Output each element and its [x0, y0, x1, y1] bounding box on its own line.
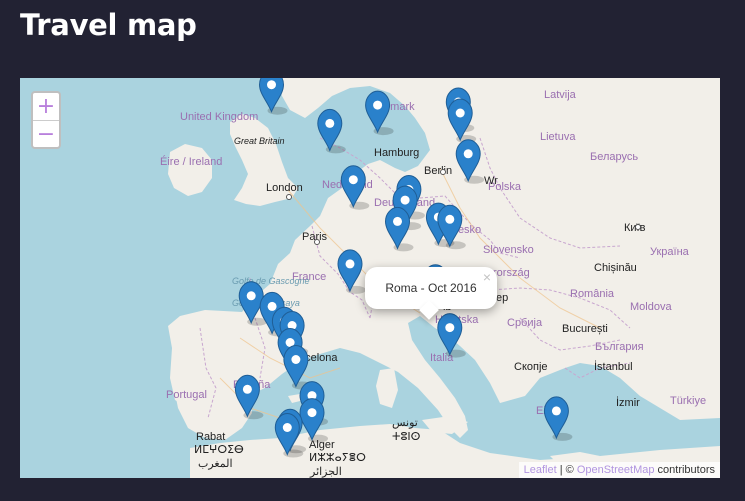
label-romania: România — [570, 288, 615, 300]
marker-dot — [307, 408, 317, 418]
label-lietuva: Lietuva — [540, 131, 576, 143]
popup-close-button[interactable]: × — [483, 269, 491, 285]
marker-dot — [373, 100, 383, 110]
label-srbija: Србија — [507, 317, 543, 329]
label-morocco-arabic: المغرب — [198, 458, 233, 470]
marker-dot — [345, 259, 355, 269]
leaflet-link[interactable]: Leaflet — [524, 464, 557, 476]
zoom-in-button[interactable]: + — [33, 93, 59, 121]
marker-dot — [267, 80, 276, 90]
page-title: Travel map — [20, 8, 197, 42]
marker-dot — [291, 355, 301, 364]
marker-dot — [267, 301, 277, 311]
map-attribution: Leaflet | © OpenStreetMap contributors — [518, 462, 720, 478]
label-berlin: Berlin — [424, 165, 452, 177]
label-moldova: Moldova — [630, 301, 672, 313]
city-dot-paris — [314, 239, 320, 245]
marker-dot — [463, 149, 473, 159]
label-kyiv: Київ — [624, 222, 646, 234]
zoom-out-button[interactable]: − — [33, 121, 59, 148]
label-chisinau: Chișinău — [594, 262, 637, 274]
label-hamburg: Hamburg — [374, 147, 419, 159]
label-slovensko: Slovensko — [483, 244, 534, 256]
city-dot-kyiv — [635, 224, 641, 230]
marker-dot — [445, 214, 455, 224]
label-latvija: Latvija — [544, 89, 577, 101]
city-dot-london — [286, 194, 292, 200]
label-belarus: Беларусь — [590, 151, 638, 163]
travel-map[interactable]: United Kingdom Éire / Ireland Nederland … — [20, 78, 720, 478]
marker-dot — [348, 175, 358, 185]
attribution-suffix: contributors — [654, 464, 715, 476]
marker-pin-icon[interactable] — [437, 313, 463, 356]
marker-dot — [400, 195, 410, 205]
marker-dot — [246, 291, 256, 301]
map-marker[interactable] — [365, 90, 394, 136]
city-dot-berlin — [440, 169, 446, 175]
marker-pin-icon[interactable] — [317, 108, 343, 152]
marker-pin-icon[interactable] — [283, 344, 309, 388]
label-portugal: Portugal — [166, 389, 207, 401]
label-bucuresti: București — [562, 323, 608, 335]
label-warsaw-partial: Wr — [484, 175, 498, 187]
label-zagreb-partial: ep — [496, 292, 508, 304]
label-turkiye: Türkiye — [670, 395, 706, 407]
marker-dot — [242, 384, 252, 394]
label-rabat: Rabat — [196, 431, 225, 443]
marker-dot — [455, 108, 465, 118]
label-london: London — [266, 182, 303, 194]
label-bulgaria: България — [595, 341, 644, 353]
popup-text: Roma - Oct 2016 — [385, 281, 477, 295]
marker-dot — [282, 423, 292, 432]
zoom-control: + − — [31, 91, 61, 149]
marker-popup: Roma - Oct 2016 × — [365, 267, 497, 320]
label-ireland: Éire / Ireland — [160, 155, 222, 168]
sardinia — [376, 368, 398, 408]
attribution-separator: | © — [556, 464, 577, 476]
marker-dot — [551, 406, 561, 416]
map-marker[interactable] — [543, 396, 573, 441]
label-ukraina: Україна — [650, 246, 690, 258]
label-tunis-tifinagh: ⵜⵓⵏⵙ — [392, 431, 421, 443]
label-algeria-tifinagh: ⵍⵣⵣⴰⵢⴻⵔ — [309, 452, 366, 464]
label-skopje: Скопје — [514, 361, 548, 373]
marker-dot — [445, 323, 455, 333]
marker-pin-icon[interactable] — [365, 90, 391, 134]
label-tunis-arabic: تونس — [392, 417, 418, 429]
label-great-britain: Great Britain — [234, 136, 285, 146]
marker-dot — [325, 118, 335, 128]
osm-link[interactable]: OpenStreetMap — [577, 464, 655, 476]
label-izmir: İzmir — [616, 396, 640, 409]
marker-dot — [393, 216, 402, 226]
label-morocco-tifinagh: ⵍⵎⵖⵔⵉⴱ — [194, 444, 244, 456]
label-united-kingdom: United Kingdom — [180, 111, 258, 123]
label-istanbul: İstanbul — [594, 360, 633, 373]
map-marker[interactable] — [317, 108, 346, 154]
marker-pin-icon[interactable] — [543, 396, 569, 440]
label-algeria-arabic: الجزائر — [309, 466, 342, 478]
ireland — [168, 144, 212, 196]
